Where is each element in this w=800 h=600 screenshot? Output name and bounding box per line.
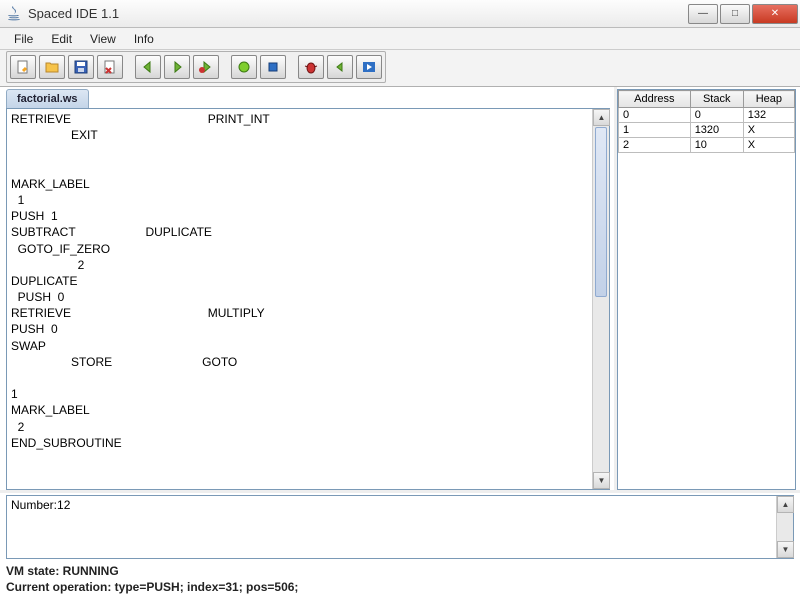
console-shell: Number:12 ▲ ▼ bbox=[6, 495, 794, 559]
editor-shell: RETRIEVE PRINT_INT EXIT MARK_LABEL 1 PUS… bbox=[6, 108, 610, 490]
debug-step-button[interactable] bbox=[193, 55, 219, 79]
scroll-up-icon[interactable]: ▲ bbox=[777, 496, 794, 513]
delete-file-button[interactable] bbox=[97, 55, 123, 79]
save-icon bbox=[73, 59, 89, 75]
forward-button[interactable] bbox=[164, 55, 190, 79]
save-button[interactable] bbox=[68, 55, 94, 79]
close-button[interactable]: ✕ bbox=[752, 4, 798, 24]
menu-edit[interactable]: Edit bbox=[43, 30, 80, 48]
back-button[interactable] bbox=[135, 55, 161, 79]
menubar: File Edit View Info bbox=[0, 28, 800, 50]
tabbar: factorial.ws bbox=[6, 89, 610, 109]
toolbar bbox=[6, 51, 386, 83]
toolbar-separator bbox=[126, 55, 132, 79]
console-scrollbar[interactable]: ▲ ▼ bbox=[776, 496, 793, 558]
arrow-right-icon bbox=[169, 59, 185, 75]
run-button[interactable] bbox=[231, 55, 257, 79]
editor-pane: factorial.ws RETRIEVE PRINT_INT EXIT MAR… bbox=[0, 87, 617, 492]
menu-info[interactable]: Info bbox=[126, 30, 162, 48]
tab-factorial[interactable]: factorial.ws bbox=[6, 89, 89, 109]
window-controls: — □ ✕ bbox=[688, 4, 798, 24]
titlebar: Spaced IDE 1.1 — □ ✕ bbox=[0, 0, 800, 28]
new-file-icon bbox=[15, 59, 31, 75]
open-folder-icon bbox=[44, 59, 60, 75]
console-output[interactable]: Number:12 bbox=[7, 496, 776, 558]
code-editor[interactable]: RETRIEVE PRINT_INT EXIT MARK_LABEL 1 PUS… bbox=[7, 109, 592, 489]
scroll-down-icon[interactable]: ▼ bbox=[777, 541, 794, 558]
window-title: Spaced IDE 1.1 bbox=[28, 6, 688, 21]
stop-icon bbox=[265, 59, 281, 75]
memory-pane: Address Stack Heap 0 0 132 1 1320 X bbox=[617, 87, 800, 492]
open-button[interactable] bbox=[39, 55, 65, 79]
step-forward-icon bbox=[361, 59, 377, 75]
col-stack[interactable]: Stack bbox=[690, 91, 743, 108]
menu-file[interactable]: File bbox=[6, 30, 41, 48]
col-heap[interactable]: Heap bbox=[743, 91, 794, 108]
memory-table-shell: Address Stack Heap 0 0 132 1 1320 X bbox=[617, 89, 796, 490]
bottom-pane: Number:12 ▲ ▼ VM state: RUNNING Current … bbox=[0, 490, 800, 600]
toolbar-separator bbox=[289, 55, 295, 79]
toolbar-container bbox=[0, 50, 800, 87]
new-file-button[interactable] bbox=[10, 55, 36, 79]
body-area: factorial.ws RETRIEVE PRINT_INT EXIT MAR… bbox=[0, 87, 800, 492]
scroll-up-icon[interactable]: ▲ bbox=[593, 109, 610, 126]
delete-file-icon bbox=[102, 59, 118, 75]
status-bar: VM state: RUNNING Current operation: typ… bbox=[6, 559, 794, 595]
debug-icon bbox=[303, 59, 319, 75]
table-row[interactable]: 2 10 X bbox=[619, 138, 795, 153]
maximize-button[interactable]: □ bbox=[720, 4, 750, 24]
memory-table: Address Stack Heap 0 0 132 1 1320 X bbox=[618, 90, 795, 153]
java-icon bbox=[6, 6, 22, 22]
debug-button[interactable] bbox=[298, 55, 324, 79]
step-forward-button[interactable] bbox=[356, 55, 382, 79]
run-icon bbox=[236, 59, 252, 75]
current-operation: Current operation: type=PUSH; index=31; … bbox=[6, 579, 794, 595]
table-row[interactable]: 0 0 132 bbox=[619, 108, 795, 123]
arrow-left-icon bbox=[140, 59, 156, 75]
vm-state: VM state: RUNNING bbox=[6, 563, 794, 579]
scroll-thumb[interactable] bbox=[595, 127, 607, 297]
minimize-button[interactable]: — bbox=[688, 4, 718, 24]
step-back-icon bbox=[332, 59, 348, 75]
editor-scrollbar[interactable]: ▲ ▼ bbox=[592, 109, 609, 489]
stop-button[interactable] bbox=[260, 55, 286, 79]
toolbar-separator bbox=[222, 55, 228, 79]
menu-view[interactable]: View bbox=[82, 30, 124, 48]
col-address[interactable]: Address bbox=[619, 91, 691, 108]
debug-step-icon bbox=[198, 59, 214, 75]
step-back-button[interactable] bbox=[327, 55, 353, 79]
scroll-down-icon[interactable]: ▼ bbox=[593, 472, 610, 489]
table-row[interactable]: 1 1320 X bbox=[619, 123, 795, 138]
